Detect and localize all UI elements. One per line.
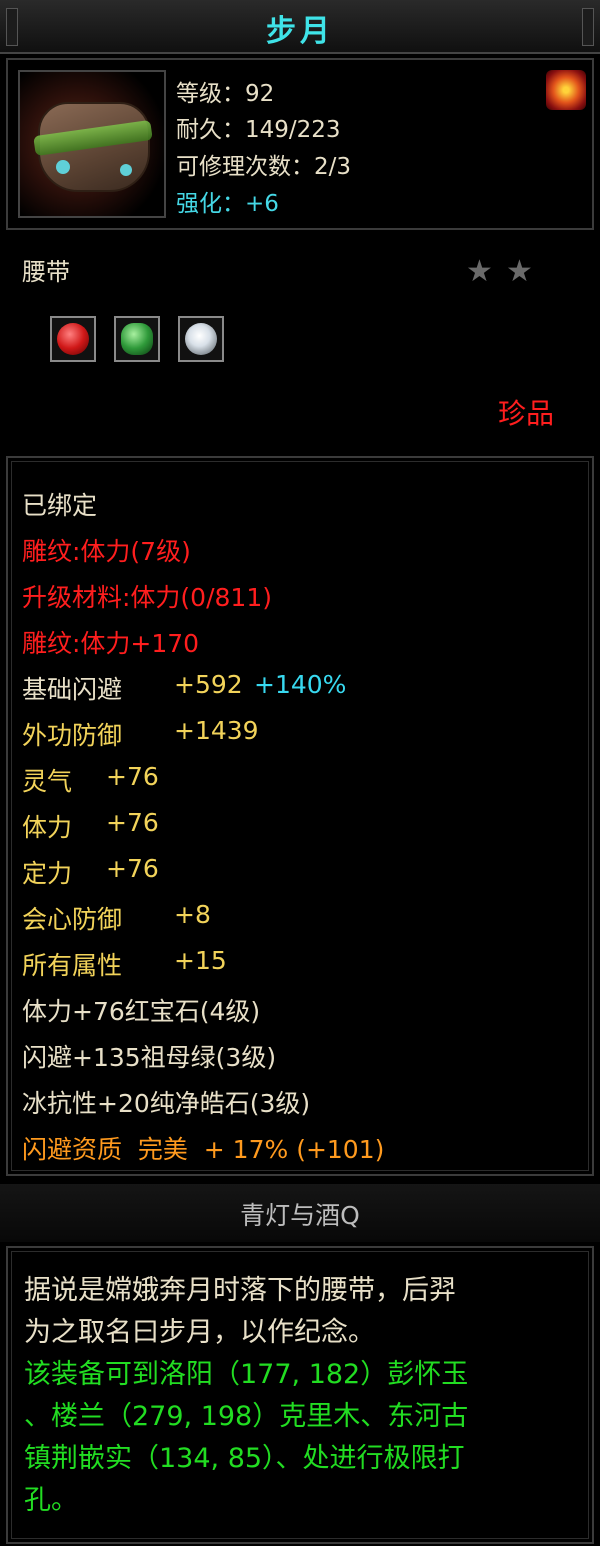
description-location: 该装备可到洛阳（177, 182）彭怀玉 — [24, 1359, 469, 1390]
description-location: 、楼兰（279, 198）克里木、东河古 — [24, 1401, 469, 1432]
item-type: 腰带 — [22, 258, 70, 286]
item-level: 等级：92 — [176, 81, 275, 107]
description-location: 孔。 — [24, 1485, 78, 1516]
dodge-value: +592 — [174, 670, 243, 699]
bound-status: 已绑定 — [22, 491, 98, 520]
star-icon: ★ — [466, 254, 493, 289]
star-icon: ★ — [506, 254, 533, 289]
item-name: 步月 — [266, 14, 334, 49]
all-attr-value: +15 — [174, 946, 227, 975]
description-text: 为之取名曰步月，以作纪念。 — [24, 1317, 375, 1348]
emerald-gem-icon — [121, 323, 153, 355]
description-location: 镇荆嵌实（134, 85）、处进行极限打 — [24, 1443, 465, 1474]
spirit-value: +76 — [106, 762, 159, 791]
crit-def-label: 会心防御 — [22, 905, 123, 934]
gem-attr-ruby: 体力+76红宝石(4级) — [22, 997, 261, 1026]
carve-attribute: 雕纹:体力(7级) — [22, 537, 191, 566]
fire-orb-icon — [546, 70, 586, 110]
description-text: 据说是嫦娥奔月时落下的腰带，后羿 — [24, 1275, 456, 1306]
maker-name: 青灯与酒Q — [240, 1201, 360, 1230]
dodge-bonus: +140% — [254, 670, 347, 699]
item-repair-count: 可修理次数：2/3 — [176, 154, 352, 180]
carve-bonus: 雕纹:体力+170 — [22, 629, 200, 658]
stamina-value: +76 — [106, 808, 159, 837]
crit-def-value: +8 — [174, 900, 211, 929]
belt-item-icon — [18, 70, 166, 218]
item-enhance-level: 强化：+6 — [176, 191, 279, 217]
spirit-label: 灵气 — [22, 767, 73, 796]
rarity-label: 珍品 — [497, 397, 554, 430]
gem-slot-ruby[interactable] — [50, 316, 96, 362]
gem-slot-emerald[interactable] — [114, 316, 160, 362]
dodge-label: 基础闪避 — [22, 675, 123, 704]
phys-def-label: 外功防御 — [22, 721, 123, 750]
ruby-gem-icon — [57, 323, 89, 355]
title-bar: 步月 — [0, 0, 600, 54]
gem-attr-emerald: 闪避+135祖母绿(3级) — [22, 1043, 277, 1072]
item-header-panel — [6, 58, 594, 230]
focus-label: 定力 — [22, 859, 73, 888]
phys-def-value: +1439 — [174, 716, 259, 745]
focus-value: +76 — [106, 854, 159, 883]
dodge-quality: 闪避资质 完美 + 17% (+101) — [22, 1135, 385, 1164]
gem-attr-diamond: 冰抗性+20纯净皓石(3级) — [22, 1089, 311, 1118]
all-attr-label: 所有属性 — [22, 951, 123, 980]
diamond-gem-icon — [185, 323, 217, 355]
stamina-label: 体力 — [22, 813, 73, 842]
gem-slot-diamond[interactable] — [178, 316, 224, 362]
upgrade-material: 升级材料:体力(0/811) — [22, 583, 272, 612]
item-durability: 耐久：149/223 — [176, 117, 341, 143]
